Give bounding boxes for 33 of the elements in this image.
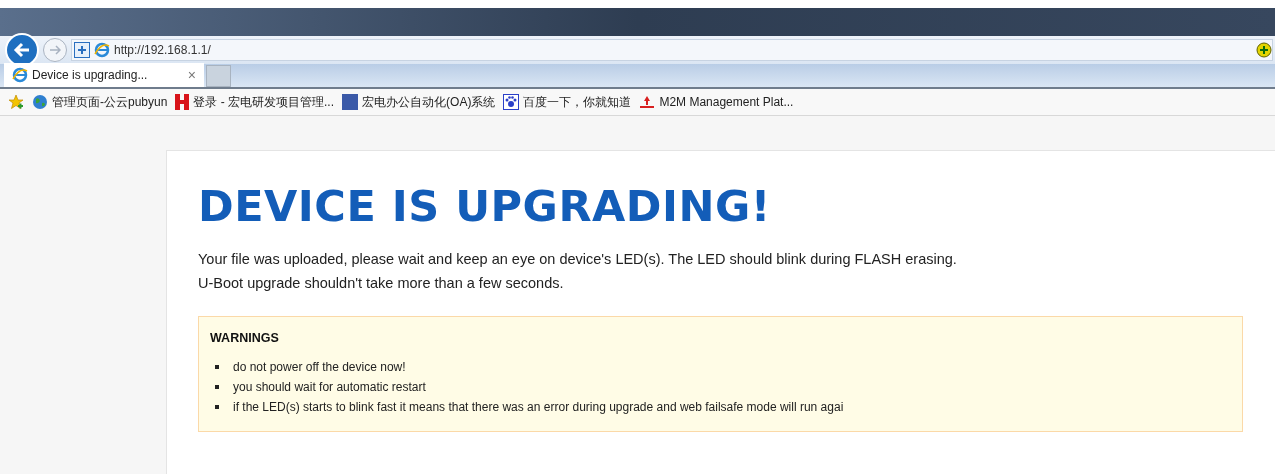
page-heading: DEVICE IS UPGRADING! <box>198 181 772 231</box>
forward-arrow-icon <box>49 45 61 55</box>
warnings-title: WARNINGS <box>210 330 280 347</box>
warning-item: do not power off the device now! <box>233 358 406 376</box>
back-arrow-icon <box>13 42 31 58</box>
tab-title: Device is upgrading... <box>32 67 148 84</box>
globe-icon <box>32 94 48 110</box>
bullet-icon <box>215 404 219 409</box>
warning-item: you should wait for automatic restart <box>233 378 426 396</box>
upload-icon <box>639 95 656 109</box>
security-shield-icon <box>74 42 90 58</box>
favorite-link[interactable]: 管理页面-公云pubyun <box>32 93 168 111</box>
site-logo-icon <box>175 94 190 110</box>
tab-close-button[interactable]: × <box>187 68 196 82</box>
forward-button[interactable] <box>43 38 67 62</box>
td-logo-icon <box>342 94 359 110</box>
favorites-star-icon[interactable] <box>8 94 24 110</box>
bullet-icon <box>215 364 219 369</box>
address-text: http://192.168.1.1/ <box>114 42 211 59</box>
favorite-link[interactable]: 宏电办公自动化(OA)系统 <box>342 93 496 111</box>
bullet-icon <box>215 384 219 389</box>
info-text: U-Boot upgrade shouldn't take more than a few seconds. <box>198 274 565 293</box>
info-text: Your file was uploaded, please wait and keep an eye on device's LED(s). The LED should blink during FLASH erasing. <box>198 250 958 269</box>
browser-tab[interactable]: Device is upgrading... × <box>4 63 204 87</box>
browser-logo-icon <box>12 67 28 83</box>
favorite-link[interactable]: 百度一下，你就知道 <box>503 93 632 111</box>
address-field[interactable]: http://192.168.1.1/ <box>71 39 1273 61</box>
favorite-link[interactable]: M2M Management Plat... <box>639 93 794 111</box>
warning-item: if the LED(s) starts to blink fast it means that there was an error during upgrade and web failsafe mode will run agai <box>233 398 844 416</box>
favorite-link[interactable]: 登录 - 宏电研发项目管理... <box>175 93 335 111</box>
paw-icon <box>503 94 520 110</box>
browser-logo-icon <box>94 42 110 58</box>
add-icon <box>1256 42 1272 58</box>
